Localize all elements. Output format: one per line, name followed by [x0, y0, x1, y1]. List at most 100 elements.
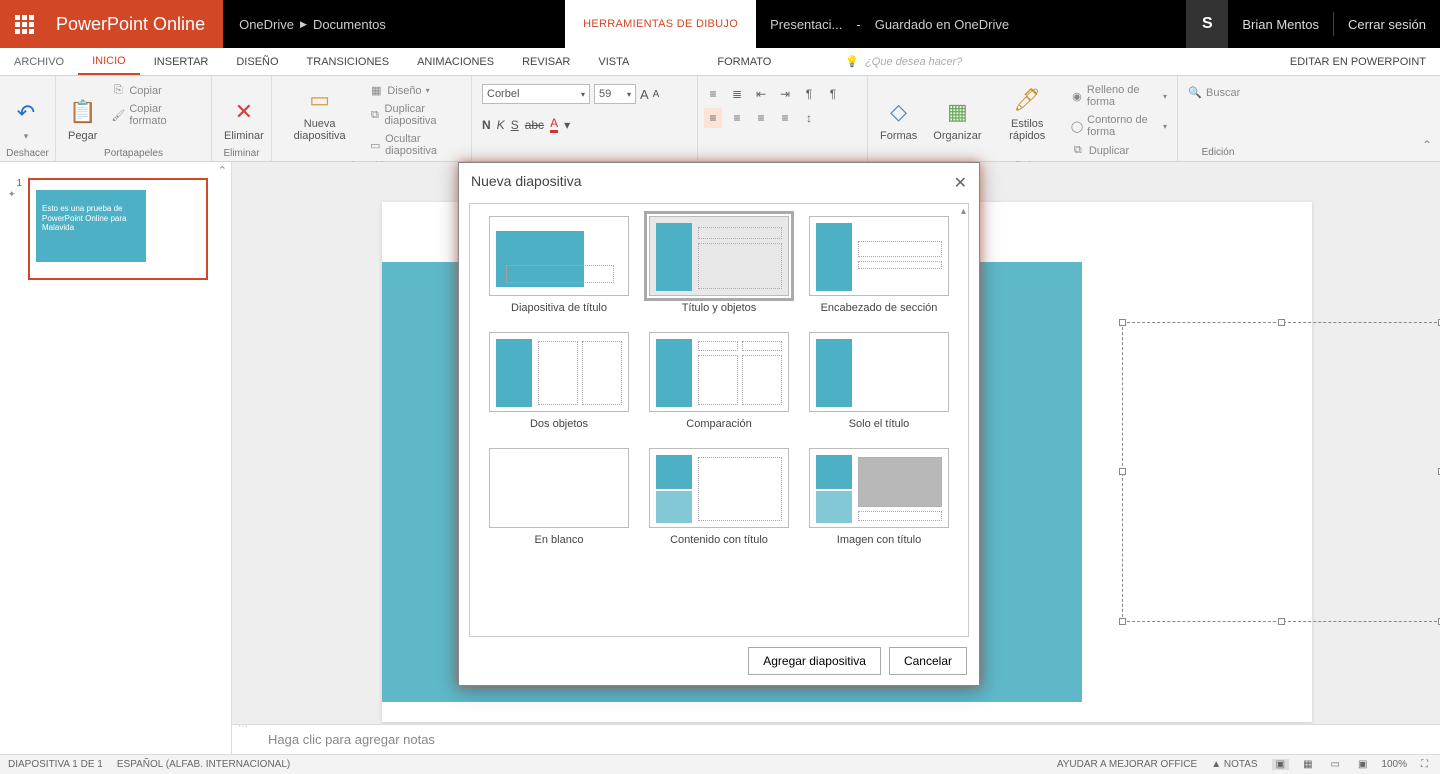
decrease-indent-button[interactable]: ⇤: [752, 84, 770, 104]
tab-file[interactable]: ARCHIVO: [0, 48, 78, 75]
breadcrumb-item[interactable]: Documentos: [313, 17, 386, 32]
reading-view-button[interactable]: ▭: [1327, 759, 1344, 770]
breadcrumb[interactable]: OneDrive ▶ Documentos: [223, 0, 402, 48]
layout-comparison[interactable]: Comparación: [644, 332, 794, 430]
undo-icon: ↶: [12, 99, 40, 127]
tab-design[interactable]: DISEÑO: [222, 48, 292, 75]
tab-animations[interactable]: ANIMACIONES: [403, 48, 508, 75]
breadcrumb-root[interactable]: OneDrive: [239, 17, 294, 32]
selected-placeholder[interactable]: [1122, 322, 1440, 622]
animation-indicator-icon: ✦: [8, 189, 22, 200]
fill-icon: ◉: [1071, 90, 1083, 103]
fit-to-window-button[interactable]: ⛶: [1417, 759, 1432, 770]
notes-toggle[interactable]: ▲ NOTAS: [1207, 759, 1261, 770]
language-indicator[interactable]: ESPAÑOL (ALFAB. INTERNACIONAL): [117, 759, 290, 770]
doc-name[interactable]: Presentaci...: [770, 17, 842, 32]
slideshow-button[interactable]: ▣: [1354, 759, 1371, 770]
align-center-button[interactable]: ≡: [728, 108, 746, 128]
underline-button[interactable]: S: [511, 118, 519, 132]
sorter-view-button[interactable]: ▦: [1299, 759, 1316, 770]
tab-review[interactable]: REVISAR: [508, 48, 584, 75]
zoom-level[interactable]: 100%: [1381, 759, 1407, 770]
arrange-button[interactable]: ▦Organizar: [927, 78, 987, 146]
app-launcher[interactable]: [0, 0, 48, 48]
layout-button[interactable]: ▦Diseño▾: [365, 82, 465, 99]
dialog-close-button[interactable]: ✕: [954, 173, 967, 193]
layout-title-slide[interactable]: Diapositiva de título: [484, 216, 634, 314]
shrink-font-button[interactable]: A: [653, 89, 660, 100]
grow-font-button[interactable]: A: [640, 87, 649, 102]
tell-me-search[interactable]: 💡 ¿Que desea hacer?: [845, 55, 962, 68]
contextual-tab-drawing-tools[interactable]: HERRAMIENTAS DE DIBUJO: [565, 0, 756, 48]
edit-in-powerpoint-link[interactable]: EDITAR EN POWERPOINT: [1276, 48, 1440, 75]
dialog-body: ▴ Diapositiva de título Título y objetos…: [469, 203, 969, 637]
lightbulb-icon: 💡: [845, 55, 859, 68]
collapse-panel-button[interactable]: ⌃: [218, 164, 227, 177]
layout-title-only[interactable]: Solo el título: [804, 332, 954, 430]
delete-button[interactable]: ✕ Eliminar: [218, 78, 270, 146]
layout-content-with-caption[interactable]: Contenido con título: [644, 448, 794, 546]
group-label-undo: Deshacer: [6, 146, 49, 162]
cancel-button[interactable]: Cancelar: [889, 647, 967, 675]
font-size-select[interactable]: 59▾: [594, 84, 636, 104]
collapse-ribbon-button[interactable]: ⌃: [1422, 138, 1432, 152]
text-direction-button[interactable]: ↕: [800, 108, 818, 128]
layout-two-content[interactable]: Dos objetos: [484, 332, 634, 430]
layout-section-header[interactable]: Encabezado de sección: [804, 216, 954, 314]
user-name[interactable]: Brian Mentos: [1228, 0, 1333, 48]
bullets-button[interactable]: ≡: [704, 84, 722, 104]
add-slide-button[interactable]: Agregar diapositiva: [748, 647, 881, 675]
hide-slide-button[interactable]: ▭Ocultar diapositiva: [365, 131, 465, 159]
shape-fill-button[interactable]: ◉Relleno de forma▾: [1067, 82, 1171, 110]
new-slide-button[interactable]: ▭ Nueva diapositiva: [278, 78, 361, 146]
help-improve-link[interactable]: AYUDAR A MEJORAR OFFICE: [1057, 759, 1197, 770]
group-label-editing: Edición: [1184, 145, 1252, 161]
font-color-button[interactable]: A: [550, 116, 558, 133]
increase-indent-button[interactable]: ⇥: [776, 84, 794, 104]
skype-icon: S: [1202, 15, 1213, 33]
tab-view[interactable]: VISTA: [584, 48, 643, 75]
tab-home[interactable]: INICIO: [78, 48, 140, 75]
slide-thumbnail-1[interactable]: Esto es una prueba de PowerPoint Online …: [28, 178, 208, 280]
bold-button[interactable]: N: [482, 118, 491, 132]
tell-me-placeholder: ¿Que desea hacer?: [865, 56, 962, 68]
duplicate-icon: ⧉: [1071, 144, 1085, 157]
italic-button[interactable]: K: [497, 118, 505, 132]
slide-counter[interactable]: DIAPOSITIVA 1 DE 1: [8, 759, 103, 770]
undo-button[interactable]: ↶ ▾: [6, 78, 46, 146]
duplicate-slide-button[interactable]: ⧉Duplicar diapositiva: [365, 101, 465, 129]
shape-outline-button[interactable]: ◯Contorno de forma▾: [1067, 112, 1171, 140]
ltr-button[interactable]: ¶: [800, 84, 818, 104]
layout-blank[interactable]: En blanco: [484, 448, 634, 546]
font-name-select[interactable]: Corbel▾: [482, 84, 590, 104]
find-button[interactable]: 🔍Buscar: [1184, 84, 1244, 101]
shapes-button[interactable]: ◇Formas: [874, 78, 923, 146]
group-label-delete: Eliminar: [218, 146, 265, 162]
format-painter-button[interactable]: 🖌Copiar formato: [107, 101, 205, 129]
strike-button[interactable]: abc: [525, 118, 544, 132]
numbering-button[interactable]: ≣: [728, 84, 746, 104]
search-icon: 🔍: [1188, 86, 1202, 99]
align-left-button[interactable]: ≡: [704, 108, 722, 128]
quick-styles-button[interactable]: 🖊Estilos rápidos: [992, 78, 1063, 146]
tab-insert[interactable]: INSERTAR: [140, 48, 223, 75]
rtl-button[interactable]: ¶: [824, 84, 842, 104]
scroll-up-icon[interactable]: ▴: [961, 206, 966, 217]
copy-button[interactable]: ⎘Copiar: [107, 82, 205, 99]
new-slide-icon: ▭: [306, 86, 334, 114]
tab-format[interactable]: FORMATO: [703, 48, 785, 75]
sign-out-link[interactable]: Cerrar sesión: [1334, 0, 1440, 48]
tab-transitions[interactable]: TRANSICIONES: [293, 48, 404, 75]
justify-button[interactable]: ≡: [776, 108, 794, 128]
outline-icon: ◯: [1071, 120, 1083, 133]
align-right-button[interactable]: ≡: [752, 108, 770, 128]
paste-button[interactable]: 📋 Pegar: [62, 78, 103, 146]
normal-view-button[interactable]: ▣: [1272, 759, 1289, 770]
duplicate-shape-button[interactable]: ⧉Duplicar: [1067, 142, 1171, 159]
arrange-icon: ▦: [943, 98, 971, 126]
notes-pane[interactable]: ⋯ Haga clic para agregar notas: [232, 724, 1440, 754]
skype-button[interactable]: S: [1186, 0, 1228, 48]
notes-resize-handle[interactable]: ⋯: [238, 721, 248, 732]
layout-title-and-content[interactable]: Título y objetos: [644, 216, 794, 314]
layout-picture-with-caption[interactable]: Imagen con título: [804, 448, 954, 546]
